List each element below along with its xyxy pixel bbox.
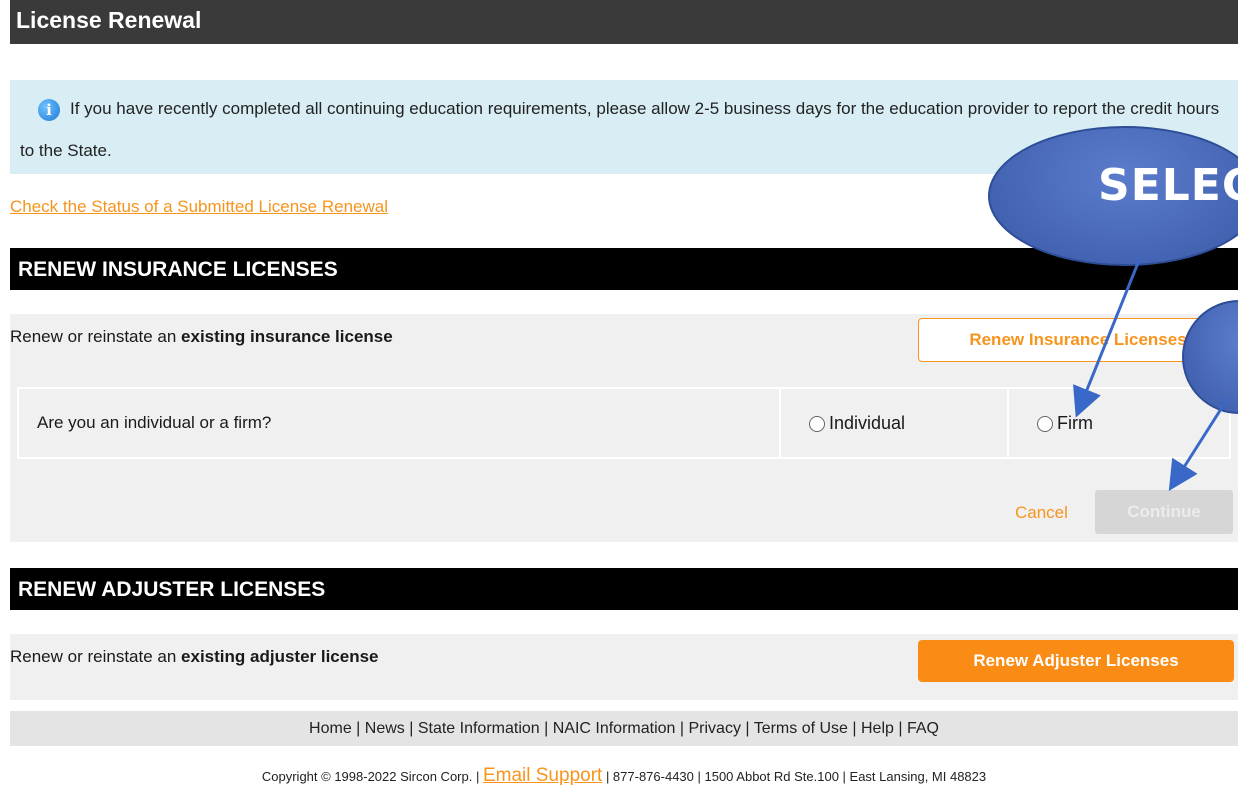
arrow-to-continue — [1168, 397, 1230, 492]
annotation-arrows — [1073, 257, 1230, 492]
arrow-to-firm — [1073, 257, 1142, 418]
